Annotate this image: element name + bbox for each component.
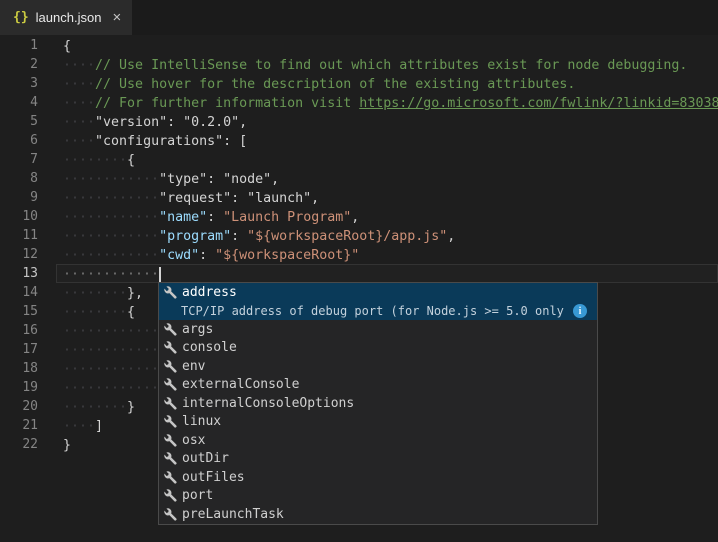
- suggest-item[interactable]: linux: [159, 413, 597, 432]
- line-number: 20: [0, 397, 38, 416]
- suggest-widget: address TCP/IP address of debug port (fo…: [158, 282, 598, 525]
- line-content: ····"version": "0.2.0",: [56, 112, 718, 131]
- suggest-item[interactable]: osx: [159, 431, 597, 450]
- line-content: ············"cwd": "${workspaceRoot}": [56, 245, 718, 264]
- line-number: 21: [0, 416, 38, 435]
- property-wrench-icon: [163, 507, 177, 521]
- property-wrench-icon: [163, 415, 177, 429]
- line-content: ············"request": "launch",: [56, 188, 718, 207]
- line-content: ········{: [56, 150, 718, 169]
- json-file-icon: {}: [13, 10, 29, 25]
- suggest-item[interactable]: outDir: [159, 450, 597, 469]
- suggest-item[interactable]: preLaunchTask: [159, 505, 597, 524]
- suggest-item-label: outDir: [182, 451, 229, 466]
- suggest-item-label: preLaunchTask: [182, 507, 284, 522]
- line-content: ············"program": "${workspaceRoot}…: [56, 226, 718, 245]
- code-line[interactable]: 5 ····"version": "0.2.0",: [0, 112, 718, 131]
- line-number: 14: [0, 283, 38, 302]
- suggestion-label: address: [182, 285, 237, 300]
- suggest-item-label: port: [182, 488, 213, 503]
- suggest-item-label: osx: [182, 433, 205, 448]
- suggestion-detail-row: TCP/IP address of debug port (for Node.j…: [159, 302, 597, 320]
- code-line[interactable]: 13 ············: [0, 264, 718, 283]
- line-number: 7: [0, 150, 38, 169]
- suggest-item[interactable]: console: [159, 339, 597, 358]
- suggest-item-label: args: [182, 322, 213, 337]
- suggest-item[interactable]: env: [159, 357, 597, 376]
- property-wrench-icon: [163, 359, 177, 373]
- property-wrench-icon: [163, 433, 177, 447]
- line-number: 22: [0, 435, 38, 454]
- line-content: ····// For further information visit htt…: [56, 93, 718, 112]
- property-wrench-icon: [163, 470, 177, 484]
- code-line[interactable]: 3 ····// Use hover for the description of…: [0, 74, 718, 93]
- code-line[interactable]: 6 ····"configurations": [: [0, 131, 718, 150]
- suggest-item[interactable]: outFiles: [159, 468, 597, 487]
- code-line[interactable]: 8 ············"type": "node",: [0, 169, 718, 188]
- property-wrench-icon: [163, 396, 177, 410]
- property-wrench-icon: [163, 341, 177, 355]
- line-content: ····// Use hover for the description of …: [56, 74, 718, 93]
- code-editor[interactable]: 1{2····// Use IntelliSense to find out w…: [0, 35, 718, 542]
- vscode-window: {} launch.json × 1{2····// Use IntelliSe…: [0, 0, 718, 542]
- property-wrench-icon: [163, 489, 177, 503]
- code-line[interactable]: 4 ····// For further information visit ht…: [0, 93, 718, 112]
- suggest-list: args console env externalConsole interna…: [159, 320, 597, 524]
- line-content: ············"type": "node",: [56, 169, 718, 188]
- suggest-item[interactable]: args: [159, 320, 597, 339]
- tab-title: launch.json: [36, 10, 102, 25]
- suggest-item-label: linux: [182, 414, 221, 429]
- line-content: ····// Use IntelliSense to find out whic…: [56, 55, 718, 74]
- suggest-item-label: console: [182, 340, 237, 355]
- code-line[interactable]: 11 ············"program": "${workspaceRoo…: [0, 226, 718, 245]
- suggest-item[interactable]: internalConsoleOptions: [159, 394, 597, 413]
- suggest-item-label: outFiles: [182, 470, 245, 485]
- line-number: 11: [0, 226, 38, 245]
- line-number: 4: [0, 93, 38, 112]
- line-number: 9: [0, 188, 38, 207]
- suggest-item[interactable]: externalConsole: [159, 376, 597, 395]
- code-line[interactable]: 10 ············"name": "Launch Program",: [0, 207, 718, 226]
- line-number: 12: [0, 245, 38, 264]
- property-wrench-icon: [163, 322, 177, 336]
- line-number: 15: [0, 302, 38, 321]
- property-wrench-icon: [163, 378, 177, 392]
- line-number: 8: [0, 169, 38, 188]
- suggest-item-label: env: [182, 359, 205, 374]
- property-wrench-icon: [163, 286, 177, 300]
- line-content: ············"name": "Launch Program",: [56, 207, 718, 226]
- line-number: 6: [0, 131, 38, 150]
- code-line[interactable]: 9 ············"request": "launch",: [0, 188, 718, 207]
- code-line[interactable]: 12 ············"cwd": "${workspaceRoot}": [0, 245, 718, 264]
- line-number: 16: [0, 321, 38, 340]
- suggest-item-selected[interactable]: address TCP/IP address of debug port (fo…: [159, 283, 597, 320]
- line-number: 18: [0, 359, 38, 378]
- line-number: 3: [0, 74, 38, 93]
- code-line[interactable]: 2 ····// Use IntelliSense to find out whi…: [0, 55, 718, 74]
- suggest-item-label: internalConsoleOptions: [182, 396, 354, 411]
- line-number: 5: [0, 112, 38, 131]
- line-number: 13: [0, 264, 38, 283]
- suggestion-row: address: [159, 283, 597, 302]
- line-number: 19: [0, 378, 38, 397]
- line-content: {: [56, 36, 718, 55]
- line-content: ············: [56, 264, 718, 283]
- line-number: 2: [0, 55, 38, 74]
- tab-launch-json[interactable]: {} launch.json ×: [0, 0, 132, 35]
- close-icon[interactable]: ×: [112, 10, 121, 25]
- line-number: 10: [0, 207, 38, 226]
- line-number: 1: [0, 36, 38, 55]
- suggestion-description: TCP/IP address of debug port (for Node.j…: [181, 304, 565, 318]
- property-wrench-icon: [163, 452, 177, 466]
- code-line[interactable]: 1{: [0, 36, 718, 55]
- suggest-item-label: externalConsole: [182, 377, 299, 392]
- suggest-item[interactable]: port: [159, 487, 597, 506]
- line-number: 17: [0, 340, 38, 359]
- code-line[interactable]: 7 ········{: [0, 150, 718, 169]
- line-content: ····"configurations": [: [56, 131, 718, 150]
- tab-bar: {} launch.json ×: [0, 0, 718, 35]
- info-icon[interactable]: i: [573, 304, 587, 318]
